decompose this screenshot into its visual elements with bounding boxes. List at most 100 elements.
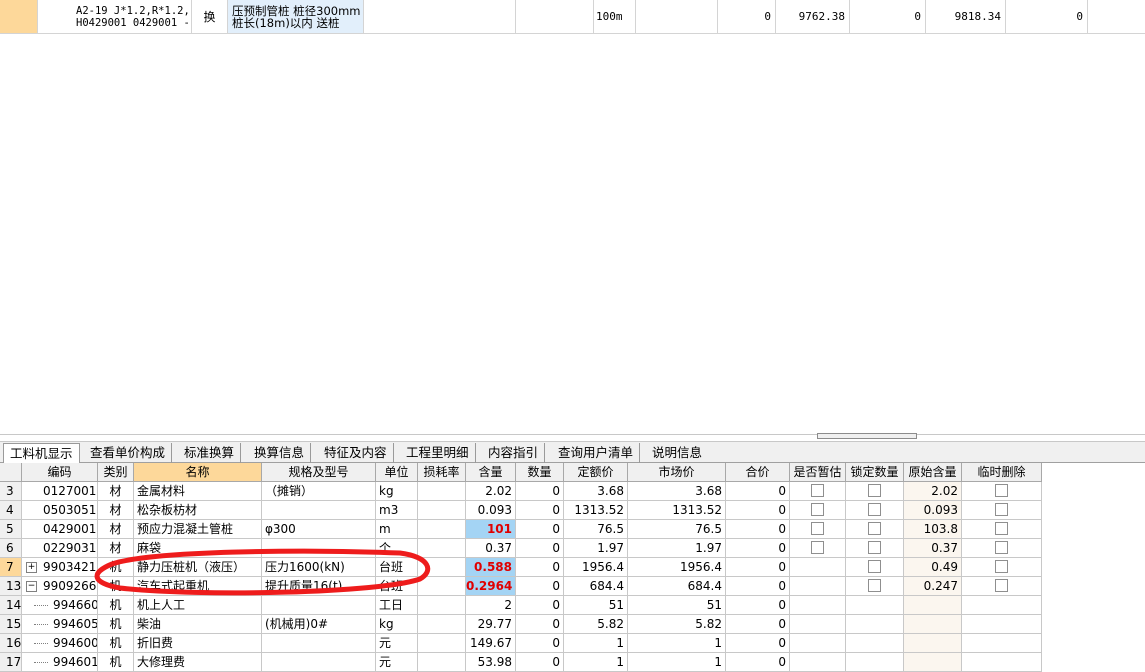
cell-spec[interactable] xyxy=(262,539,376,558)
cell-code[interactable]: 0229031 xyxy=(22,539,98,558)
cell-total[interactable]: 0 xyxy=(726,482,790,501)
collapse-icon[interactable]: − xyxy=(26,581,37,592)
cell-amount[interactable]: 0 xyxy=(516,634,564,653)
cell-total[interactable]: 0 xyxy=(726,558,790,577)
top-row-v2[interactable]: 9762.38 xyxy=(776,0,850,34)
header-temp-delete[interactable]: 临时删除 xyxy=(962,463,1042,482)
cell-quota[interactable]: 684.4 xyxy=(564,577,628,596)
cell-est[interactable] xyxy=(790,501,846,520)
cell-amount[interactable]: 0 xyxy=(516,558,564,577)
cell-orig[interactable]: 0.49 xyxy=(904,558,962,577)
checkbox-est[interactable] xyxy=(811,541,824,554)
header-name[interactable]: 名称 xyxy=(134,463,262,482)
top-row-v5[interactable]: 0 xyxy=(1006,0,1088,34)
cell-del[interactable] xyxy=(962,634,1042,653)
cell-loss[interactable] xyxy=(418,596,466,615)
cell-orig[interactable]: 0.247 xyxy=(904,577,962,596)
tab-query-user-list[interactable]: 查询用户清单 xyxy=(552,443,641,463)
tab-content-guide[interactable]: 内容指引 xyxy=(482,443,546,463)
checkbox-del[interactable] xyxy=(995,484,1008,497)
cell-type[interactable]: 机 xyxy=(98,653,134,672)
checkbox-est[interactable] xyxy=(811,484,824,497)
cell-lock[interactable] xyxy=(846,596,904,615)
cell-spec[interactable] xyxy=(262,634,376,653)
header-content[interactable]: 含量 xyxy=(466,463,516,482)
header-unit[interactable]: 单位 xyxy=(376,463,418,482)
cell-quota[interactable]: 76.5 xyxy=(564,520,628,539)
cell-est[interactable] xyxy=(790,596,846,615)
checkbox-lock[interactable] xyxy=(868,541,881,554)
cell-name[interactable]: 机上人工 xyxy=(134,596,262,615)
cell-name[interactable]: 静力压桩机（液压） xyxy=(134,558,262,577)
top-row-selector[interactable] xyxy=(0,0,38,34)
cell-del[interactable] xyxy=(962,501,1042,520)
cell-market[interactable]: 1 xyxy=(628,634,726,653)
cell-amount[interactable]: 0 xyxy=(516,577,564,596)
cell-qty[interactable]: 53.98 xyxy=(466,653,516,672)
cell-qty[interactable]: 101 xyxy=(466,520,516,539)
cell-orig[interactable] xyxy=(904,653,962,672)
cell-loss[interactable] xyxy=(418,653,466,672)
cell-amount[interactable]: 0 xyxy=(516,501,564,520)
cell-qty[interactable]: 2 xyxy=(466,596,516,615)
cell-name[interactable]: 预应力混凝土管桩 xyxy=(134,520,262,539)
header-spec[interactable]: 规格及型号 xyxy=(262,463,376,482)
cell-unit[interactable]: 元 xyxy=(376,653,418,672)
cell-type[interactable]: 材 xyxy=(98,539,134,558)
cell-loss[interactable] xyxy=(418,539,466,558)
cell-code[interactable]: 994601 xyxy=(22,653,98,672)
cell-quota[interactable]: 1 xyxy=(564,634,628,653)
cell-type[interactable]: 机 xyxy=(98,615,134,634)
cell-lock[interactable] xyxy=(846,501,904,520)
cell-qty[interactable]: 2.02 xyxy=(466,482,516,501)
checkbox-del[interactable] xyxy=(995,560,1008,573)
cell-spec[interactable] xyxy=(262,501,376,520)
cell-amount[interactable]: 0 xyxy=(516,653,564,672)
cell-total[interactable]: 0 xyxy=(726,596,790,615)
cell-amount[interactable]: 0 xyxy=(516,520,564,539)
top-row-spec[interactable] xyxy=(364,0,516,34)
cell-market[interactable]: 1313.52 xyxy=(628,501,726,520)
cell-est[interactable] xyxy=(790,577,846,596)
cell-spec[interactable]: (机械用)0# xyxy=(262,615,376,634)
cell-code[interactable]: −9909266 xyxy=(22,577,98,596)
cell-name[interactable]: 柴油 xyxy=(134,615,262,634)
header-total[interactable]: 合价 xyxy=(726,463,790,482)
top-row-extra[interactable] xyxy=(516,0,594,34)
cell-no[interactable]: 14 xyxy=(0,596,22,615)
cell-name[interactable]: 金属材料 xyxy=(134,482,262,501)
cell-unit[interactable]: 工日 xyxy=(376,596,418,615)
tab-features-content[interactable]: 特征及内容 xyxy=(318,443,394,463)
cell-orig[interactable]: 0.37 xyxy=(904,539,962,558)
tab-labor-material-machine[interactable]: 工料机显示 xyxy=(3,443,80,465)
cell-type[interactable]: 材 xyxy=(98,482,134,501)
top-row-v1[interactable]: 0 xyxy=(718,0,776,34)
cell-lock[interactable] xyxy=(846,634,904,653)
cell-quota[interactable]: 1.97 xyxy=(564,539,628,558)
cell-no[interactable]: 5 xyxy=(0,520,22,539)
checkbox-lock[interactable] xyxy=(868,484,881,497)
cell-code[interactable]: 0503051 xyxy=(22,501,98,520)
tab-description[interactable]: 说明信息 xyxy=(646,443,708,463)
cell-name[interactable]: 折旧费 xyxy=(134,634,262,653)
top-row-type[interactable]: 换 xyxy=(192,0,228,34)
cell-name[interactable]: 汽车式起重机 xyxy=(134,577,262,596)
cell-quota[interactable]: 1313.52 xyxy=(564,501,628,520)
cell-quota[interactable]: 3.68 xyxy=(564,482,628,501)
header-type[interactable]: 类别 xyxy=(98,463,134,482)
tab-standard-conversion[interactable]: 标准换算 xyxy=(178,443,242,463)
cell-lock[interactable] xyxy=(846,539,904,558)
cell-loss[interactable] xyxy=(418,634,466,653)
cell-no[interactable]: 17 xyxy=(0,653,22,672)
header-is-estimate[interactable]: 是否暂估 xyxy=(790,463,846,482)
tab-quantity-detail[interactable]: 工程里明细 xyxy=(400,443,476,463)
cell-orig[interactable]: 2.02 xyxy=(904,482,962,501)
checkbox-del[interactable] xyxy=(995,503,1008,516)
cell-orig[interactable] xyxy=(904,596,962,615)
top-row-v3[interactable]: 0 xyxy=(850,0,926,34)
cell-loss[interactable] xyxy=(418,577,466,596)
cell-code[interactable]: +9903421 xyxy=(22,558,98,577)
cell-est[interactable] xyxy=(790,634,846,653)
cell-del[interactable] xyxy=(962,596,1042,615)
header-corner[interactable] xyxy=(0,463,22,482)
